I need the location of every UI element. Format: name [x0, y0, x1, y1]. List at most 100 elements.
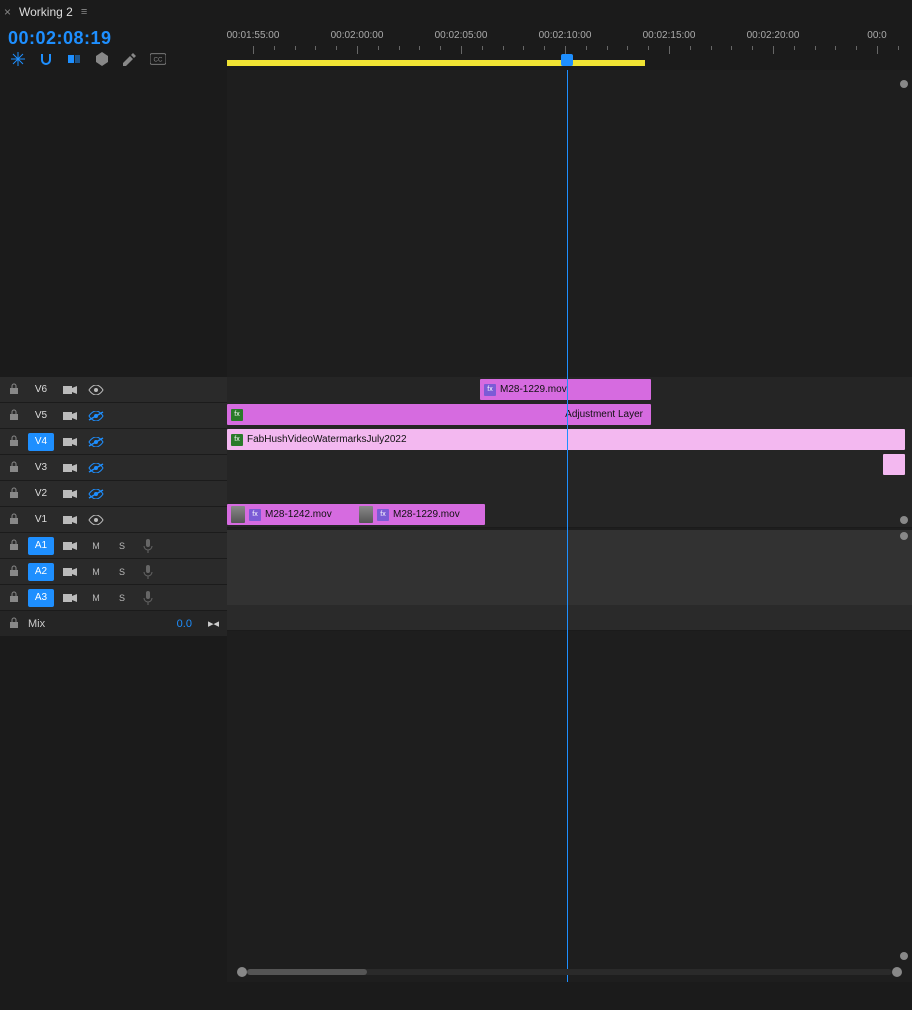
- track-header-v6[interactable]: V6: [0, 377, 227, 403]
- zoom-v-handle-2[interactable]: [900, 532, 908, 540]
- solo-button[interactable]: S: [112, 590, 132, 606]
- clip-v3-tail[interactable]: [883, 454, 905, 475]
- time-ruler[interactable]: 00:01:55:00 00:02:00:00 00:02:05:00 00:02:1…: [227, 24, 912, 70]
- playhead-handle[interactable]: [561, 54, 573, 66]
- source-patch-icon[interactable]: [60, 590, 80, 606]
- source-patch-icon[interactable]: [60, 564, 80, 580]
- lock-icon[interactable]: [8, 513, 22, 527]
- track-a1[interactable]: [227, 530, 912, 556]
- insert-sequence-icon[interactable]: [10, 51, 26, 67]
- toggle-visibility-icon[interactable]: [86, 512, 106, 528]
- track-target[interactable]: A3: [28, 589, 54, 607]
- scroll-handle-left[interactable]: [237, 967, 247, 977]
- toggle-visibility-icon[interactable]: [86, 460, 106, 476]
- track-header-a2[interactable]: A2 MS: [0, 559, 227, 585]
- track-v4[interactable]: fx FabHushVideoWatermarksJuly2022: [227, 427, 912, 453]
- clip-name: M28-1229.mov: [393, 509, 460, 520]
- mute-button[interactable]: M: [86, 590, 106, 606]
- lock-icon[interactable]: [8, 487, 22, 501]
- toggle-visibility-icon[interactable]: [86, 434, 106, 450]
- source-patch-icon[interactable]: [60, 512, 80, 528]
- timeline-tracks[interactable]: fx M28-1229.mov fx Adjustment Layer fx F…: [227, 70, 912, 982]
- toggle-visibility-icon[interactable]: [86, 486, 106, 502]
- source-patch-icon[interactable]: [60, 460, 80, 476]
- track-header-v3[interactable]: V3: [0, 455, 227, 481]
- track-target[interactable]: A2: [28, 563, 54, 581]
- linked-selection-icon[interactable]: [66, 51, 82, 67]
- clip-v1b[interactable]: fx M28-1229.mov: [355, 504, 485, 525]
- zoom-handle-top[interactable]: [900, 80, 908, 88]
- tab-title[interactable]: Working 2: [19, 5, 73, 19]
- lock-icon[interactable]: [8, 539, 22, 553]
- settings-icon[interactable]: [122, 51, 138, 67]
- in-out-range[interactable]: [227, 60, 645, 66]
- marker-icon[interactable]: [94, 51, 110, 67]
- panel-menu-icon[interactable]: ≡: [81, 6, 87, 18]
- zoom-v-handle-1[interactable]: [900, 516, 908, 524]
- lock-icon[interactable]: [8, 565, 22, 579]
- clip-v6[interactable]: fx M28-1229.mov: [480, 379, 651, 400]
- track-header-v4[interactable]: V4: [0, 429, 227, 455]
- lock-icon[interactable]: [8, 409, 22, 423]
- captions-icon[interactable]: CC: [150, 51, 166, 67]
- track-header-v5[interactable]: V5: [0, 403, 227, 429]
- mute-button[interactable]: M: [86, 564, 106, 580]
- solo-button[interactable]: S: [112, 538, 132, 554]
- track-header-v1[interactable]: V1: [0, 507, 227, 533]
- source-patch-icon[interactable]: [60, 382, 80, 398]
- track-v3[interactable]: [227, 452, 912, 478]
- lock-icon[interactable]: [8, 435, 22, 449]
- ruler-label: 00:02:20:00: [747, 30, 800, 41]
- track-a2[interactable]: [227, 555, 912, 581]
- track-target[interactable]: V6: [28, 381, 54, 399]
- clip-v5[interactable]: fx Adjustment Layer: [227, 404, 651, 425]
- ruler-label: 00:01:55:00: [227, 30, 280, 41]
- track-target[interactable]: V1: [28, 511, 54, 529]
- lock-icon[interactable]: [8, 617, 22, 631]
- ruler-label: 00:02:05:00: [435, 30, 488, 41]
- collapse-icon[interactable]: ▸◂: [208, 617, 219, 630]
- lock-icon[interactable]: [8, 383, 22, 397]
- clip-v1a[interactable]: fx M28-1242.mov: [227, 504, 359, 525]
- track-v5[interactable]: fx Adjustment Layer: [227, 402, 912, 428]
- track-target[interactable]: V5: [28, 407, 54, 425]
- track-header-a3[interactable]: A3 MS: [0, 585, 227, 611]
- track-v2[interactable]: [227, 477, 912, 503]
- source-patch-icon[interactable]: [60, 408, 80, 424]
- ruler-label: 00:02:10:00: [539, 30, 592, 41]
- toggle-visibility-icon[interactable]: [86, 408, 106, 424]
- source-patch-icon[interactable]: [60, 434, 80, 450]
- track-target[interactable]: A1: [28, 537, 54, 555]
- scroll-thumb[interactable]: [247, 969, 367, 975]
- source-patch-icon[interactable]: [60, 486, 80, 502]
- close-icon[interactable]: ×: [4, 5, 11, 19]
- horizontal-scrollbar[interactable]: [237, 966, 902, 978]
- mix-value[interactable]: 0.0: [177, 618, 192, 630]
- mute-button[interactable]: M: [86, 538, 106, 554]
- lock-icon[interactable]: [8, 591, 22, 605]
- track-header-v2[interactable]: V2: [0, 481, 227, 507]
- voiceover-icon[interactable]: [138, 538, 158, 554]
- toggle-visibility-icon[interactable]: [86, 382, 106, 398]
- track-v1[interactable]: fx M28-1242.mov fx M28-1229.mov: [227, 502, 912, 528]
- track-v6[interactable]: fx M28-1229.mov: [227, 377, 912, 403]
- scroll-handle-right[interactable]: [892, 967, 902, 977]
- track-header-a1[interactable]: A1 MS: [0, 533, 227, 559]
- zoom-handle-bottom[interactable]: [900, 952, 908, 960]
- track-target[interactable]: V4: [28, 433, 54, 451]
- ruler-label: 00:02:00:00: [331, 30, 384, 41]
- mix-label: Mix: [28, 618, 45, 630]
- snap-icon[interactable]: [38, 51, 54, 67]
- clip-name: FabHushVideoWatermarksJuly2022: [247, 434, 407, 445]
- track-target[interactable]: V2: [28, 485, 54, 503]
- track-mix[interactable]: [227, 605, 912, 631]
- source-patch-icon[interactable]: [60, 538, 80, 554]
- track-a3[interactable]: [227, 580, 912, 606]
- track-target[interactable]: V3: [28, 459, 54, 477]
- solo-button[interactable]: S: [112, 564, 132, 580]
- lock-icon[interactable]: [8, 461, 22, 475]
- current-timecode[interactable]: 00:02:08:19: [0, 24, 227, 49]
- voiceover-icon[interactable]: [138, 590, 158, 606]
- voiceover-icon[interactable]: [138, 564, 158, 580]
- clip-v4[interactable]: fx FabHushVideoWatermarksJuly2022: [227, 429, 905, 450]
